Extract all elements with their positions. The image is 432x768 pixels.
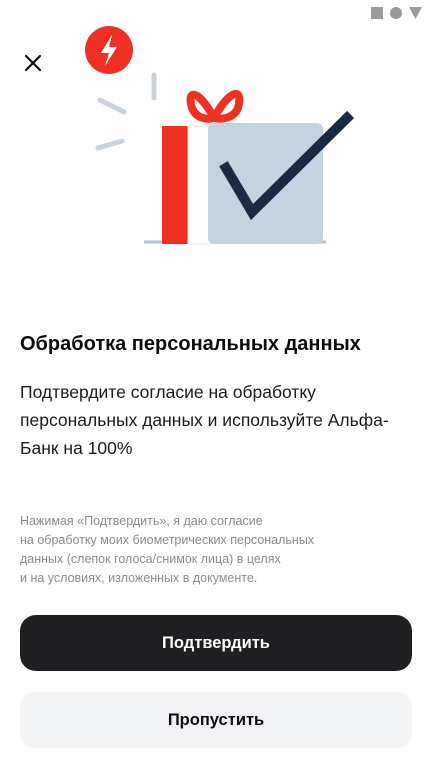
- page-title: Обработка персональных данных: [20, 333, 361, 355]
- legal-notice: Нажимая «Подтвердить», я даю согласие на…: [20, 512, 400, 588]
- close-icon: [24, 54, 42, 72]
- gift-checkmark-icon: [162, 90, 355, 245]
- legal-line: и на условиях, изложенных в документе.: [20, 571, 258, 585]
- skip-button[interactable]: Пропустить: [20, 692, 412, 748]
- consent-screen: Обработка персональных данных Подтвердит…: [0, 0, 432, 768]
- close-button[interactable]: [20, 50, 46, 76]
- lightning-icon: [85, 26, 133, 74]
- legal-line: Нажимая «Подтвердить», я даю согласие: [20, 514, 263, 528]
- confirm-button[interactable]: Подтвердить: [20, 615, 412, 671]
- square-icon: [371, 7, 383, 19]
- gift-illustration: [85, 26, 355, 245]
- triangle-icon: [409, 7, 422, 19]
- legal-line: данных (слепок голоса/снимок лица) в цел…: [20, 552, 281, 566]
- page-subtitle: Подтвердите согласие на обработку персон…: [20, 382, 389, 458]
- circle-icon: [390, 7, 402, 19]
- legal-line: на обработку моих биометрических персона…: [20, 533, 315, 547]
- sparkle-lines: [95, 72, 157, 151]
- status-bar: [371, 7, 422, 19]
